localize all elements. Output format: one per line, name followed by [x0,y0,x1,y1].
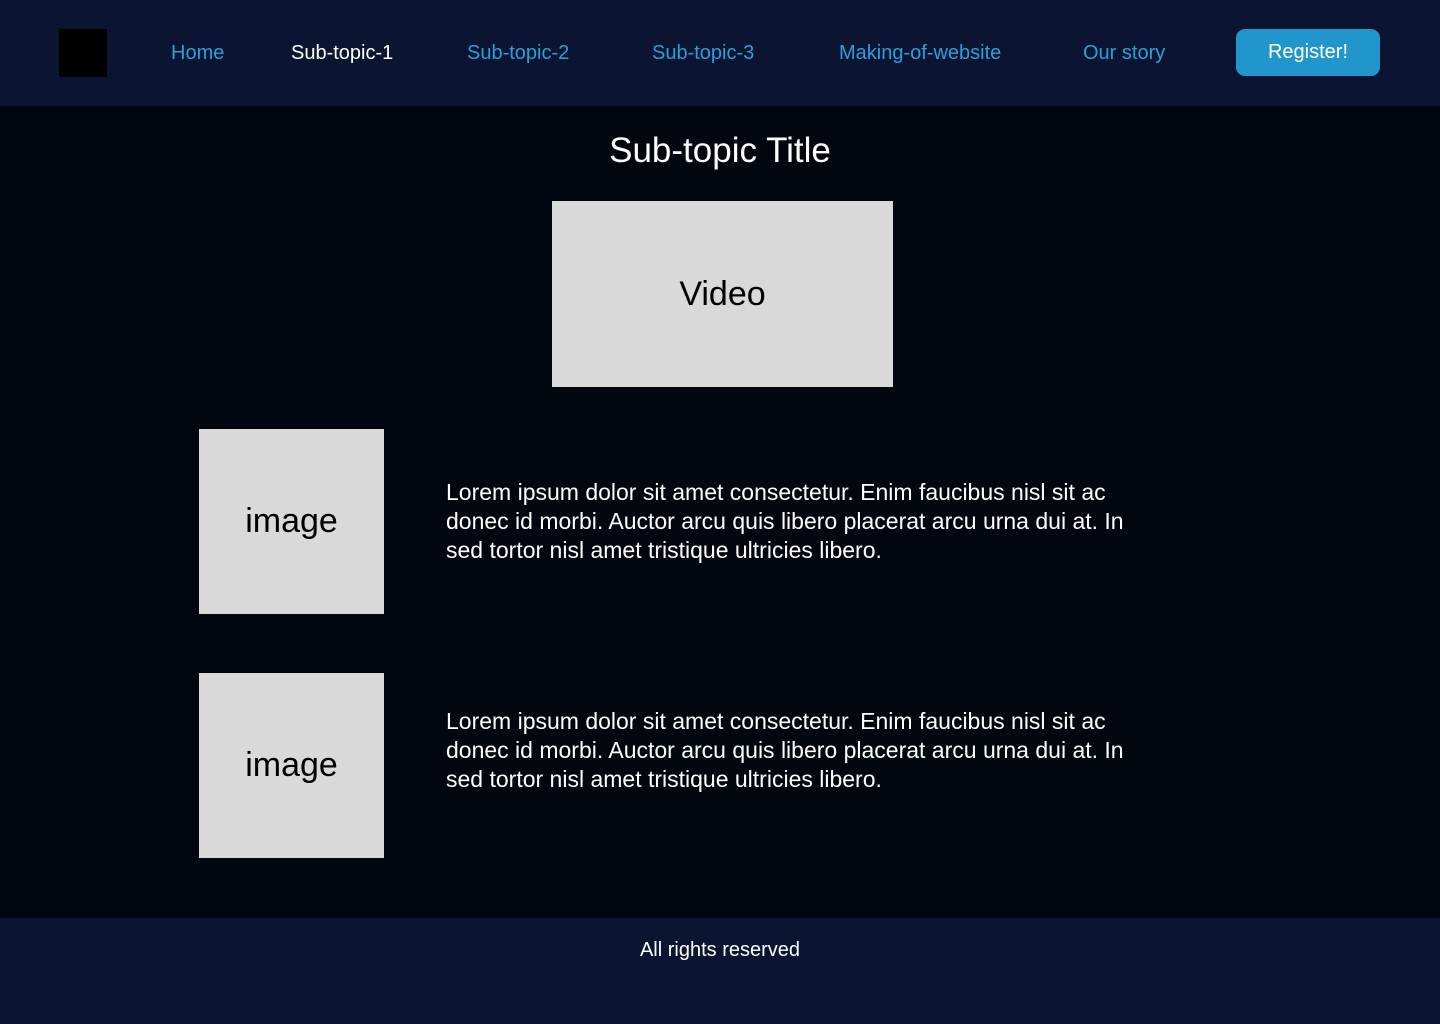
section-text-1: Lorem ipsum dolor sit amet consectetur. … [446,479,1124,563]
video-placeholder[interactable]: Video [552,201,893,387]
nav-link-making-of-website[interactable]: Making-of-website [839,40,1001,66]
image-placeholder-2: image [199,673,384,858]
nav-link-home[interactable]: Home [171,40,224,66]
nav-link-sub-topic-2[interactable]: Sub-topic-2 [467,40,569,66]
logo[interactable] [59,29,107,77]
nav-link-sub-topic-1[interactable]: Sub-topic-1 [291,40,393,66]
image-label: image [245,502,338,540]
video-label: Video [679,274,766,313]
image-label: image [245,746,338,784]
main-content: Sub-topic Title Video image Lorem ipsum … [0,106,1440,918]
site-footer: All rights reserved [0,918,1440,1024]
register-button[interactable]: Register! [1236,29,1380,76]
footer-copyright: All rights reserved [639,939,801,961]
section-text-2: Lorem ipsum dolor sit amet consectetur. … [446,708,1124,792]
image-placeholder-1: image [199,429,384,614]
nav-link-sub-topic-3[interactable]: Sub-topic-3 [652,40,754,66]
nav-link-our-story[interactable]: Our story [1083,40,1165,66]
page-title: Sub-topic Title [609,131,831,170]
site-header: Home Sub-topic-1 Sub-topic-2 Sub-topic-3… [0,0,1440,106]
